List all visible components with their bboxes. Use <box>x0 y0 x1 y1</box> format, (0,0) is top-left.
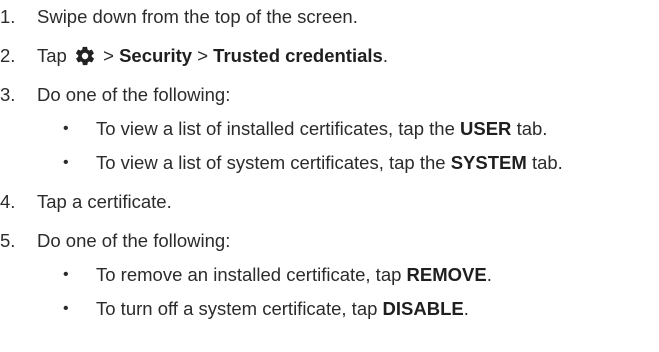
separator: > <box>103 45 114 66</box>
step-number: 1. <box>0 6 16 27</box>
step-number: 5. <box>0 230 16 251</box>
subitem-post: tab. <box>531 152 563 173</box>
bullet: • <box>63 266 69 283</box>
subitem-text: To view a list of system certificates, t… <box>96 152 563 174</box>
system-tab-label: SYSTEM <box>450 152 527 173</box>
step-text: Tap a certificate. <box>37 191 172 212</box>
step-number: 3. <box>0 84 16 105</box>
subitem-pre: To remove an installed certificate, tap <box>96 264 402 285</box>
subitem-text: To view a list of installed certificates… <box>96 118 547 140</box>
step-text: Do one of the following: <box>37 230 231 251</box>
bullet: • <box>63 154 69 171</box>
separator: > <box>197 45 209 66</box>
step-text: Tap > Security > Trusted credentials. <box>37 45 388 67</box>
subitem-post: . <box>463 298 469 319</box>
security-label: Security <box>119 45 193 66</box>
instruction-list: 1. Swipe down from the top of the screen… <box>0 0 659 352</box>
subitem-text: To remove an installed certificate, tap … <box>96 264 492 286</box>
step-number: 4. <box>0 191 16 212</box>
user-tab-label: USER <box>460 118 512 139</box>
step-number: 2. <box>0 45 16 66</box>
period: . <box>382 45 388 66</box>
subitem-pre: To view a list of installed certificates… <box>96 118 455 139</box>
disable-label: DISABLE <box>382 298 464 319</box>
subitem-text: To turn off a system certificate, tap DI… <box>96 298 469 320</box>
subitem-pre: To turn off a system certificate, tap <box>96 298 378 319</box>
step-text: Do one of the following: <box>37 84 231 105</box>
subitem-post: . <box>486 264 492 285</box>
bullet: • <box>63 120 69 137</box>
remove-label: REMOVE <box>406 264 487 285</box>
step-prefix: Tap <box>37 45 67 66</box>
subitem-pre: To view a list of system certificates, t… <box>96 152 446 173</box>
gear-icon <box>74 45 96 67</box>
bullet: • <box>63 300 69 317</box>
trusted-credentials-label: Trusted credentials <box>213 45 383 66</box>
subitem-post: tab. <box>516 118 548 139</box>
step-text: Swipe down from the top of the screen. <box>37 6 358 27</box>
